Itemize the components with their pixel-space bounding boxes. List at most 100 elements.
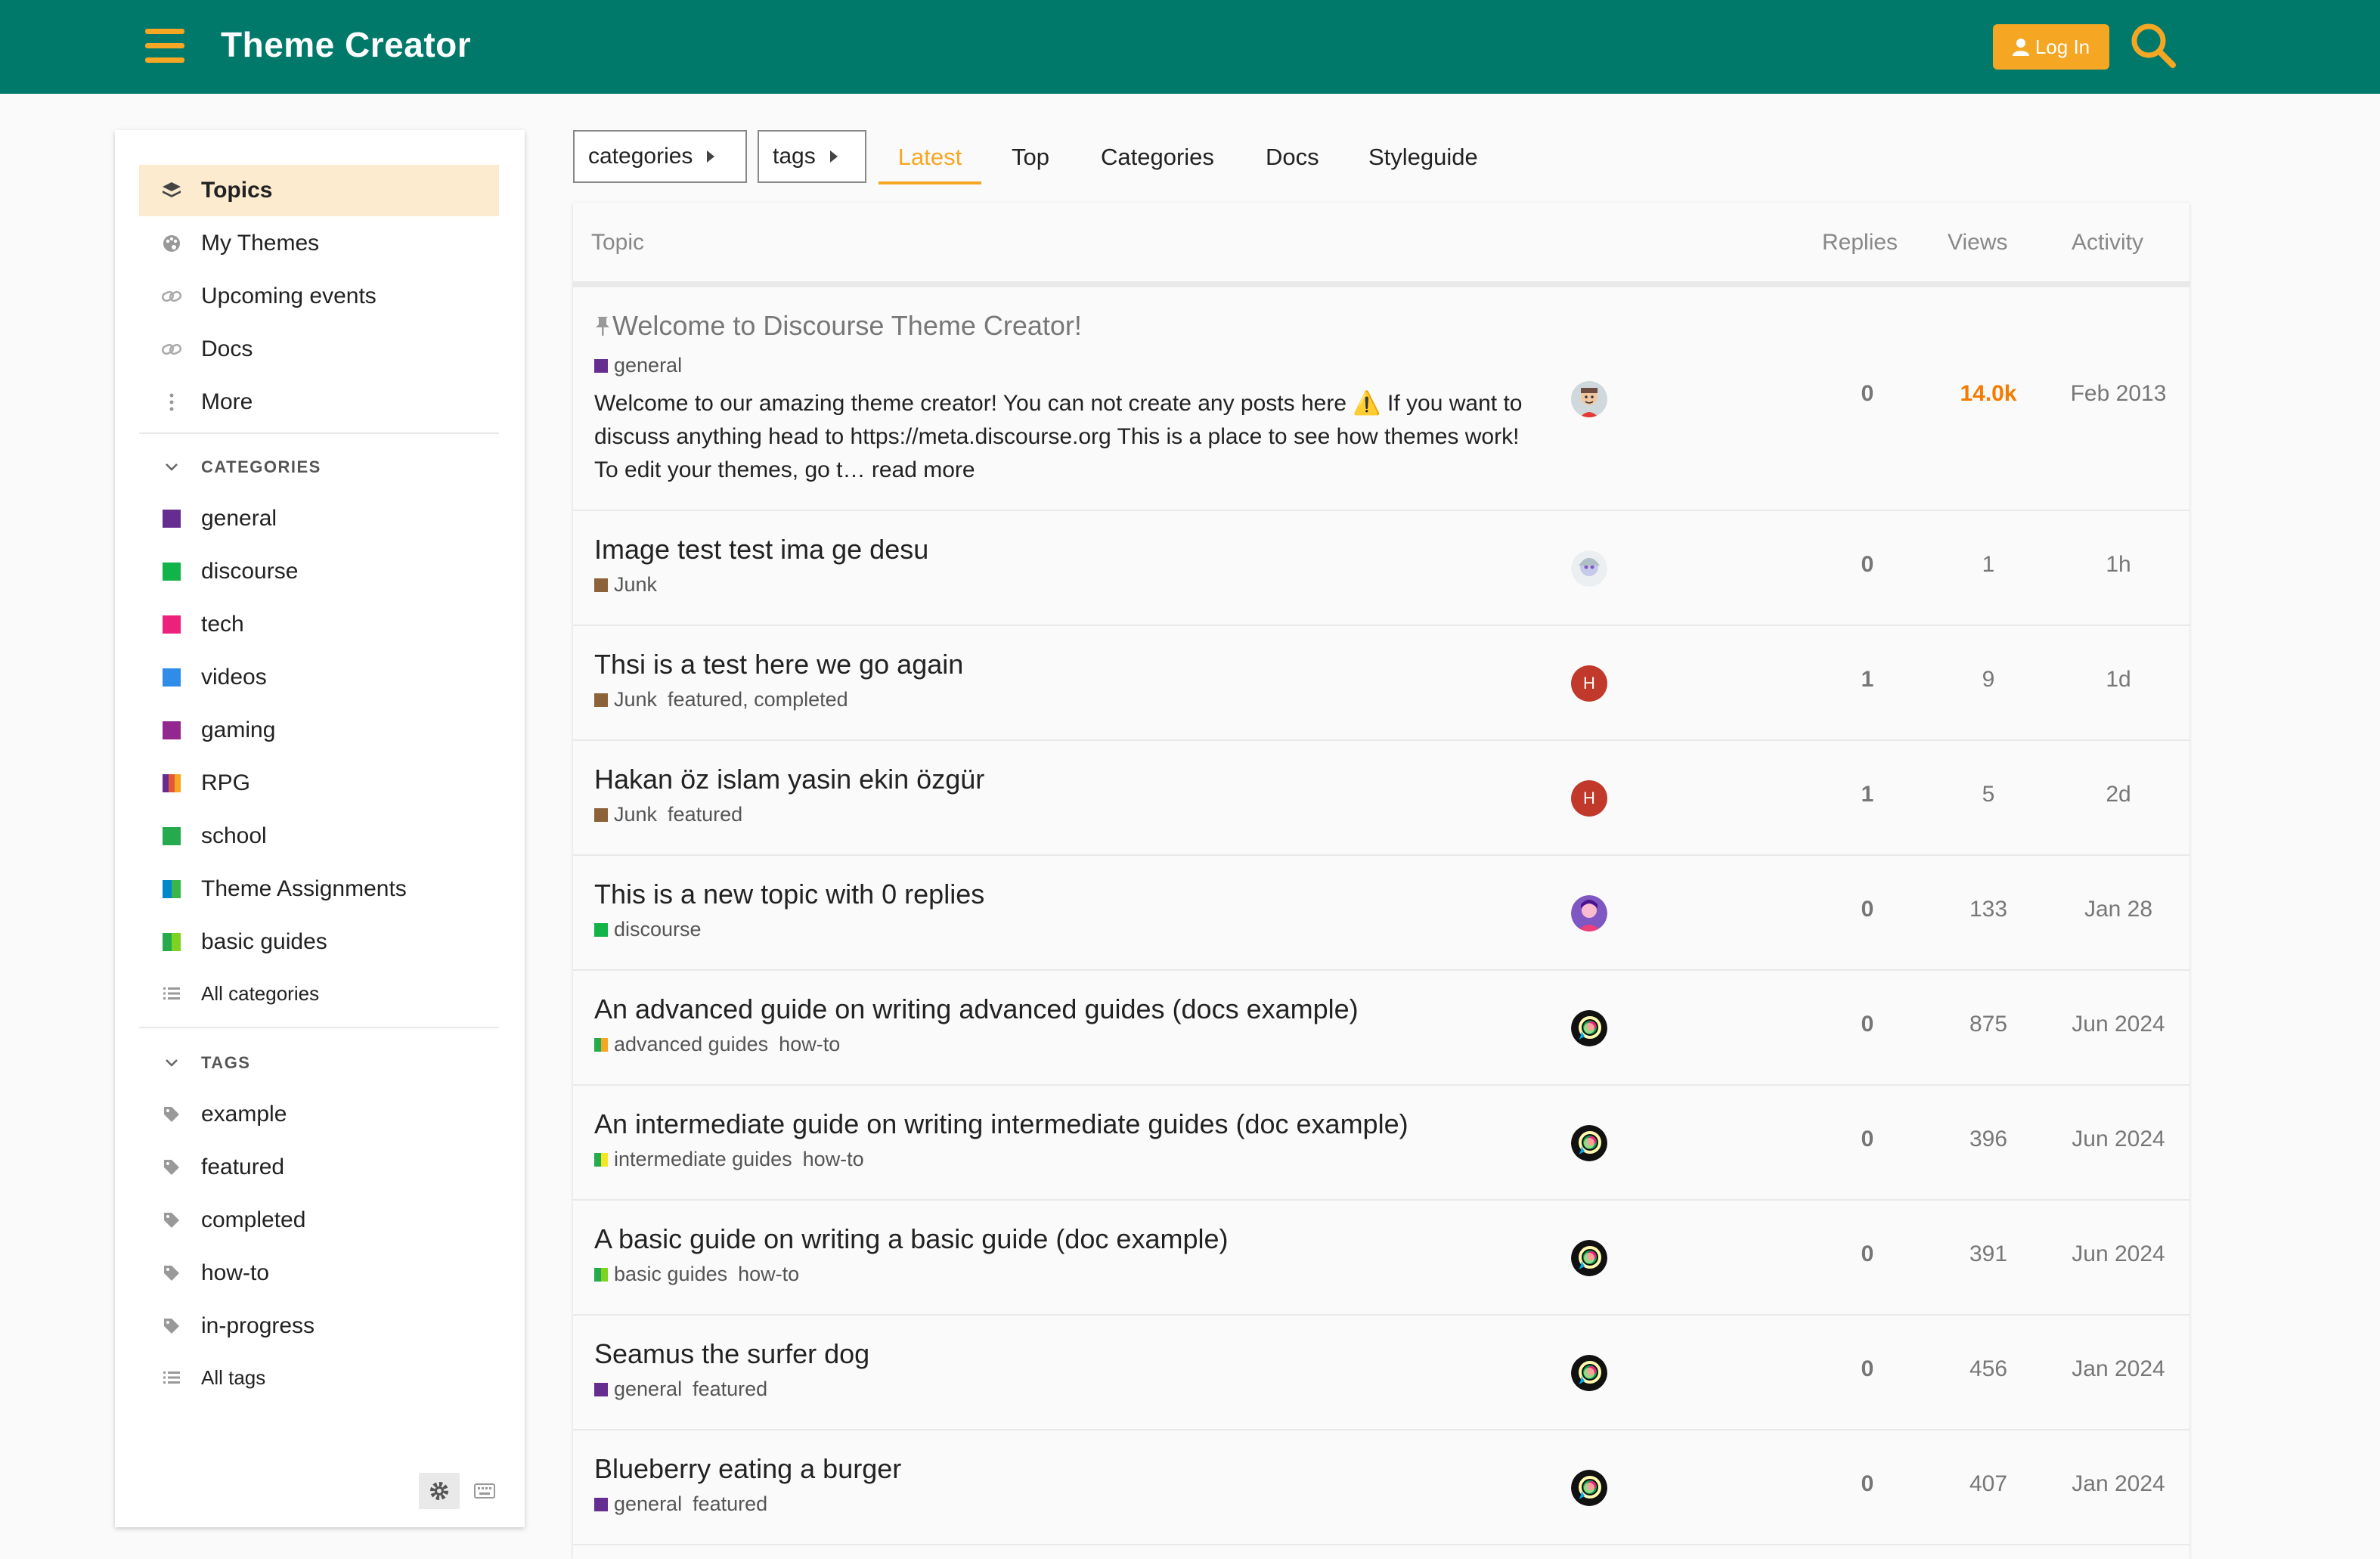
tab-docs[interactable]: Docs [1266,130,1319,184]
sidebar-tag-how-to[interactable]: how-to [139,1248,499,1299]
table-row[interactable]: Welcome to Discourse Theme Creator! gene… [573,287,2189,511]
sidebar-tag-example[interactable]: example [139,1089,499,1140]
site-title[interactable]: Theme Creator [221,24,471,65]
sidebar-category-videos[interactable]: videos [139,652,499,703]
category-badge[interactable]: general [594,354,682,377]
activity-date[interactable]: Feb 2013 [2058,381,2179,407]
table-row[interactable]: Image test test ima ge desu Junk 0 1 1h [573,511,2189,626]
sidebar-all-tags[interactable]: All tags [139,1352,499,1403]
sidebar-category-basic-guides[interactable]: basic guides [139,916,499,968]
read-more-link[interactable]: read more [872,457,975,482]
category-badge[interactable]: basic guides [594,1263,727,1286]
category-badge[interactable]: intermediate guides [594,1148,792,1171]
sidebar-item-label: in-progress [201,1313,315,1338]
tab-latest[interactable]: Latest [879,130,981,184]
sidebar-item-my-themes[interactable]: My Themes [139,218,499,269]
column-views[interactable]: Views [1948,230,2007,256]
topic-title[interactable]: Blueberry eating a burger [594,1453,901,1485]
categories-dropdown[interactable]: categories [573,130,747,183]
table-row[interactable]: Blueberry eating a burger general featur… [573,1430,2189,1545]
sidebar-category-school[interactable]: school [139,810,499,862]
topic-tags[interactable]: how-to [779,1033,840,1056]
hamburger-menu-icon[interactable] [145,29,184,64]
avatar[interactable] [1571,381,1607,417]
gear-icon[interactable] [419,1473,460,1509]
topic-title[interactable]: Thsi is a test here we go again [594,649,963,680]
topic-tags[interactable]: how-to [738,1263,799,1286]
sidebar-category-general[interactable]: general [139,493,499,544]
avatar[interactable] [1571,895,1607,931]
category-badge[interactable]: general [594,1378,682,1401]
search-icon[interactable] [2129,21,2177,70]
activity-date[interactable]: 2d [2058,782,2179,807]
sidebar-item-topics[interactable]: Topics [139,165,499,216]
column-topic[interactable]: Topic [591,230,644,256]
sidebar-all-categories[interactable]: All categories [139,968,499,1019]
sidebar-tag-featured[interactable]: featured [139,1142,499,1193]
activity-date[interactable]: Jan 28 [2058,897,2179,922]
activity-date[interactable]: Jun 2024 [2058,1127,2179,1152]
discourse-logo-icon[interactable] [1571,1125,1607,1161]
column-activity[interactable]: Activity [2072,230,2143,256]
tab-categories[interactable]: Categories [1101,130,1214,184]
sidebar-item-more[interactable]: More [139,377,499,428]
table-row[interactable]: Hakan öz islam yasin ekin özgür Junk fea… [573,741,2189,856]
keyboard-icon[interactable] [464,1473,505,1509]
category-badge[interactable]: Junk [594,573,657,597]
activity-date[interactable]: Jun 2024 [2058,1241,2179,1267]
sidebar-item-docs[interactable]: Docs [139,324,499,375]
sidebar-category-discourse[interactable]: discourse [139,546,499,597]
topic-tags[interactable]: how-to [803,1148,864,1171]
activity-date[interactable]: 1h [2058,552,2179,578]
tab-styleguide[interactable]: Styleguide [1368,130,1478,184]
sidebar-category-gaming[interactable]: gaming [139,705,499,756]
category-badge[interactable]: general [594,1492,682,1516]
topic-title[interactable]: An intermediate guide on writing interme… [594,1108,1408,1140]
topic-tags[interactable]: featured [693,1378,767,1401]
replies-count: 0 [1861,1241,1874,1266]
activity-date[interactable]: Jan 2024 [2058,1471,2179,1497]
topic-title[interactable]: An advanced guide on writing advanced gu… [594,993,1359,1025]
topic-title[interactable]: A basic guide on writing a basic guide (… [594,1223,1228,1255]
table-row[interactable]: This is a new topic with 0 replies disco… [573,856,2189,971]
category-badge[interactable]: advanced guides [594,1033,768,1056]
tab-top[interactable]: Top [1012,130,1049,184]
table-row[interactable]: Thsi is a test here we go again Junk fea… [573,626,2189,741]
category-badge[interactable]: Junk [594,688,657,711]
activity-date[interactable]: Jun 2024 [2058,1012,2179,1037]
avatar[interactable]: H [1571,780,1607,817]
tags-section-toggle[interactable]: TAGS [139,1042,499,1084]
discourse-logo-icon[interactable] [1571,1355,1607,1391]
table-row[interactable]: An intermediate guide on writing interme… [573,1086,2189,1201]
topic-title[interactable]: Seamus the surfer dog [594,1338,869,1370]
tags-dropdown[interactable]: tags [758,130,866,183]
categories-section-toggle[interactable]: CATEGORIES [139,446,499,488]
topic-tags[interactable]: featured [668,803,742,826]
topic-title-link[interactable]: Welcome to Discourse Theme Creator! [594,310,1082,342]
topic-title[interactable]: Hakan öz islam yasin ekin özgür [594,764,984,795]
activity-date[interactable]: 1d [2058,667,2179,693]
table-row[interactable]: An advanced guide on writing advanced gu… [573,971,2189,1086]
category-badge[interactable]: Junk [594,803,657,826]
avatar[interactable]: H [1571,665,1607,702]
table-row[interactable]: A basic guide on writing a basic guide (… [573,1201,2189,1316]
topic-title[interactable]: Image test test ima ge desu [594,534,928,566]
sidebar-item-upcoming-events[interactable]: Upcoming events [139,271,499,322]
login-button[interactable]: Log In [1993,24,2109,70]
sidebar-category-tech[interactable]: tech [139,599,499,650]
avatar[interactable] [1571,550,1607,587]
sidebar-category-rpg[interactable]: RPG [139,758,499,809]
sidebar-tag-completed[interactable]: completed [139,1195,499,1246]
topic-tags[interactable]: featured [693,1492,767,1516]
column-replies[interactable]: Replies [1822,230,1898,256]
sidebar-category-theme-assignments[interactable]: Theme Assignments [139,863,499,915]
discourse-logo-icon[interactable] [1571,1010,1607,1046]
activity-date[interactable]: Jan 2024 [2058,1356,2179,1382]
topic-title[interactable]: This is a new topic with 0 replies [594,879,984,910]
table-row[interactable]: Seamus the surfer dog general featured 0… [573,1316,2189,1430]
sidebar-tag-in-progress[interactable]: in-progress [139,1300,499,1352]
discourse-logo-icon[interactable] [1571,1470,1607,1506]
discourse-logo-icon[interactable] [1571,1240,1607,1276]
category-badge[interactable]: discourse [594,918,702,941]
topic-tags[interactable]: featured, completed [668,688,848,711]
